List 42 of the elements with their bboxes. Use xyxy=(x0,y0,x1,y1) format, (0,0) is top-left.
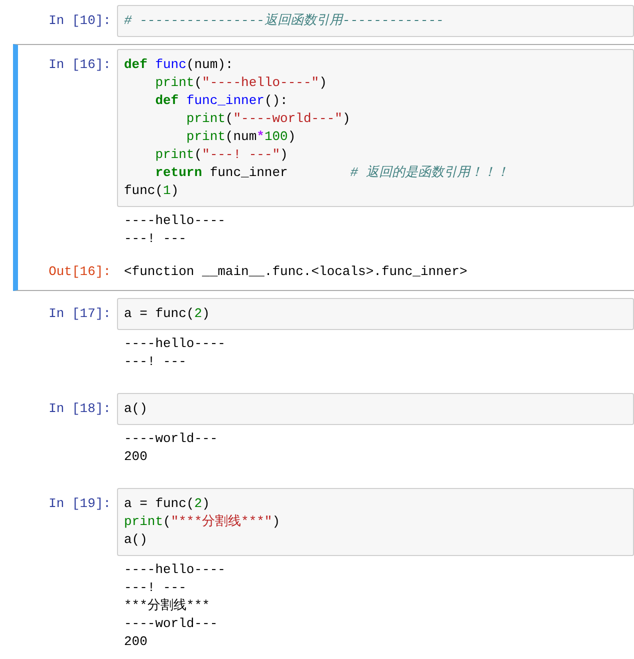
code-line: print(num*100) xyxy=(185,128,297,146)
output-line: ---! --- xyxy=(124,353,188,371)
code-line: def func(num): xyxy=(124,56,234,74)
code-line: print("----world---") xyxy=(185,110,352,128)
code-line: a() xyxy=(124,531,148,549)
output-text: <function __main__.func.<locals>.func_inner> xyxy=(124,263,468,281)
code-line: return func_inner # 返回的是函数引用！！！ xyxy=(154,164,510,182)
notebook-cell[interactable]: In [10]: # ----------------返回函数引用------------- xyxy=(13,0,634,42)
code-input[interactable]: # ----------------返回函数引用------------- xyxy=(117,5,634,37)
code-input[interactable]: a() xyxy=(117,393,634,425)
code-input[interactable]: a = func(2) xyxy=(117,298,634,330)
output-line: 200 xyxy=(124,448,148,466)
notebook-cell[interactable] xyxy=(13,44,634,291)
output-line: ---! --- xyxy=(124,230,188,248)
notebook-cell[interactable]: In [17]: a = func(2) ----hello---- ---! --- xyxy=(13,293,634,386)
output-line: ----world--- xyxy=(124,430,219,448)
code-line: # ----------------返回函数引用------------- xyxy=(124,12,445,30)
output-line: ----world--- xyxy=(124,615,219,633)
code-line: a = func(2) xyxy=(124,305,211,323)
input-prompt: In [17]: xyxy=(48,305,112,323)
output-line: ***分割线*** xyxy=(124,597,211,615)
code-line: def func_inner(): xyxy=(154,92,289,110)
code-line: a() xyxy=(124,400,148,418)
code-input[interactable]: a = func(2) print("***分割线***") a() xyxy=(117,488,634,556)
input-prompt: In [16]: xyxy=(48,56,112,74)
input-prompt: In [18]: xyxy=(48,400,112,418)
output-prompt: Out[16]: xyxy=(48,263,112,281)
code-input[interactable]: def func(num): print("----hello----") def func_inner(): print("----world---") print(num*100) print("---! ---") return func_inner # 返回的是函数引用！！！ func(1) xyxy=(117,49,634,207)
code-line: a = func(2) xyxy=(124,495,211,513)
output-line: ---! --- xyxy=(124,579,188,597)
code-line: func(1) xyxy=(124,182,180,200)
input-prompt: In [19]: xyxy=(48,495,112,513)
input-prompt: In [10]: xyxy=(48,12,112,30)
notebook-cell[interactable]: In [18]: a() ----world--- 200 xyxy=(13,388,634,481)
output-line: 200 xyxy=(124,633,148,651)
output-line: ----hello---- xyxy=(124,561,226,579)
output-line: ----hello---- xyxy=(124,335,226,353)
code-line: print("***分割线***") xyxy=(124,513,282,531)
code-line: print("----hello----") xyxy=(154,74,328,92)
output-line: ----hello---- xyxy=(124,212,226,230)
notebook-cell[interactable]: In [19]: a = func(2) print("***分割线***") a() ----hello---- ---! --- ***分割线*** ----world--- 200 xyxy=(13,483,634,659)
code-line: print("---! ---") xyxy=(154,146,289,164)
